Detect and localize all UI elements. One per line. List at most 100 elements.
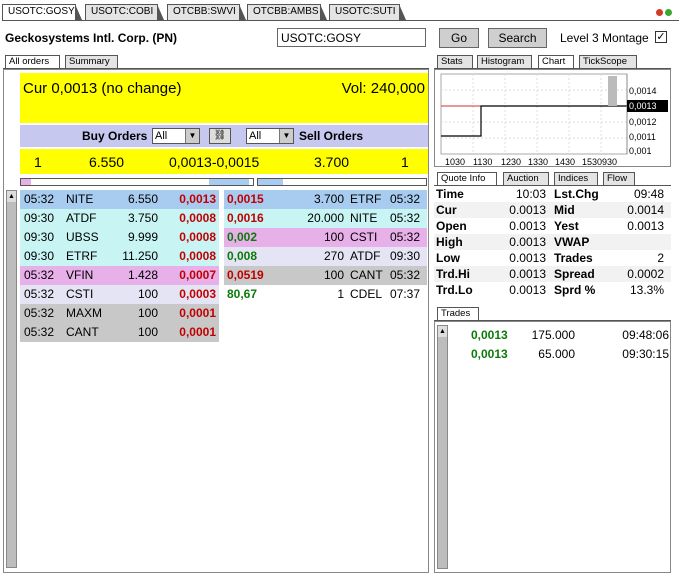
quote-label: Spread [554,267,595,281]
market-maker: UBSS [66,230,99,244]
trade-size: 175.000 [531,328,575,342]
tab-summary[interactable]: Summary [65,55,118,68]
order-time: 05:32 [24,306,55,320]
tab-stats[interactable]: Stats [437,55,473,68]
market-maker: MAXM [66,306,102,320]
tab-usotc-cobi[interactable]: USOTC:COBI [85,4,164,20]
sell-order-row[interactable]: 0,002 100 CSTI 05:32 [224,228,427,247]
quote-value: 10:03 [515,187,546,201]
quote-label: Mid [554,203,575,217]
quote-value: 2 [657,251,664,265]
trade-price: 0,0013 [471,347,508,361]
sell-filter-select[interactable]: All ▼ [246,128,294,144]
search-button[interactable]: Search [488,28,547,48]
quote-banner: Cur 0,0013 (no change) Vol: 240,000 [20,73,428,123]
quote-info-row: Trd.Lo 0.0013 Sprd % 13.3% [434,282,671,298]
sell-depth-bar [257,178,427,186]
buy-order-row[interactable]: 09:30 ATDF 3.750 0,0008 [20,209,219,228]
order-price: 0,0008 [179,230,216,244]
buy-size: 6.550 [89,154,125,170]
tab-histogram[interactable]: Histogram [477,55,532,68]
x-tick-label: 1030 [445,157,465,167]
scroll-up-icon[interactable]: ▲ [7,191,16,202]
tab-flow[interactable]: Flow [603,172,635,185]
sell-order-row[interactable]: 80,67 1 CDEL 07:37 [224,285,427,304]
order-size: 11.250 [122,249,158,263]
symbol-input[interactable] [277,28,426,47]
y-tick-label: 0,0011 [629,132,656,142]
order-time: 05:32 [24,268,55,282]
tab-tickscope[interactable]: TickScope [579,55,637,68]
order-size: 270 [323,249,344,263]
spread: 0,0013-0,0015 [169,154,260,170]
market-maker: ATDF [350,249,381,263]
order-price: 0,002 [227,230,258,244]
quote-info-row: Open 0.0013 Yest 0.0013 [434,218,671,234]
order-size: 9.999 [127,230,158,244]
go-button[interactable]: Go [439,28,479,48]
order-size: 1.428 [127,268,158,282]
orders-filter-bar: Buy Orders All ▼ ⛓ All ▼ Sell Orders [20,125,428,147]
quote-label: Trd.Lo [436,283,473,297]
buy-order-row[interactable]: 05:32 MAXM 100 0,0001 [20,304,219,323]
maximize-dot-icon[interactable] [665,9,672,16]
tab-chart[interactable]: Chart [538,55,574,68]
sell-orders-label: Sell Orders [299,129,364,143]
trade-row[interactable]: 0,0013 65.000 09:30:15 [435,346,672,364]
market-maker: CSTI [350,230,378,244]
tab-usotc-gosy[interactable]: USOTC:GOSY [2,4,82,20]
buy-order-row[interactable]: 05:32 NITE 6.550 0,0013 [20,190,219,209]
sell-order-row[interactable]: 0,008 270 ATDF 09:30 [224,247,427,266]
quote-value: 0.0013 [509,267,546,281]
buy-order-row[interactable]: 05:32 CSTI 100 0,0003 [20,285,219,304]
buy-filter-select[interactable]: All ▼ [152,128,200,144]
buy-count: 1 [34,154,42,170]
quote-label: Low [436,251,460,265]
x-tick-label: 1330 [528,157,548,167]
buy-order-row[interactable]: 05:32 VFIN 1.428 0,0007 [20,266,219,285]
tab-auction[interactable]: Auction [503,172,549,185]
quote-info-row: Cur 0.0013 Mid 0.0014 [434,202,671,218]
tab-trades[interactable]: Trades [437,307,479,320]
y-tick-label: 0,0012 [629,117,657,127]
trade-price: 0,0013 [471,328,508,342]
trade-time: 09:48:06 [622,328,669,342]
order-size: 100 [137,325,158,339]
market-maker: CANT [350,268,383,282]
tab-otcbb-ambs[interactable]: OTCBB:AMBS [247,4,327,20]
sell-order-row[interactable]: 0,0015 3.700 ETRF 05:32 [224,190,427,209]
buy-depth-bar [20,178,254,186]
quote-value: 0.0013 [627,219,664,233]
tab-all-orders[interactable]: All orders [5,55,60,68]
tab-otcbb-swvi[interactable]: OTCBB:SWVI [167,4,246,20]
market-maker: VFIN [66,268,94,282]
tab-usotc-suti[interactable]: USOTC:SUTI [329,4,406,20]
market-maker: CDEL [350,287,383,301]
sell-order-row[interactable]: 0,0519 100 CANT 05:32 [224,266,427,285]
chevron-down-icon: ▼ [185,129,199,143]
chevron-down-icon: ▼ [279,129,293,143]
market-maker: NITE [350,211,378,225]
buy-order-row[interactable]: 09:30 UBSS 9.999 0,0008 [20,228,219,247]
sell-order-row[interactable]: 0,0016 20.000 NITE 05:32 [224,209,427,228]
order-price: 0,0001 [179,306,216,320]
trade-row[interactable]: 0,0013 175.000 09:48:06 [435,327,672,345]
order-size: 6.550 [127,192,158,206]
x-tick-label: 1430 [555,157,575,167]
price-chart: 0,0014 0,0013 0,0012 0,0011 0,001 1030 1… [434,69,671,167]
tab-quote-info[interactable]: Quote Info [437,172,497,185]
quote-value: 0.0013 [509,251,546,265]
buy-order-row[interactable]: 05:32 CANT 100 0,0001 [20,323,219,342]
level3-montage-checkbox[interactable]: ✓ [655,31,667,43]
link-icon[interactable]: ⛓ [209,128,231,144]
quote-value: 09:48 [633,187,664,201]
close-dot-icon[interactable] [656,9,663,16]
quote-label: VWAP [554,235,590,249]
quote-value: 0.0013 [509,219,546,233]
order-book-scrollbar[interactable]: ▲ [6,190,17,568]
price-chart-svg: 0,0014 0,0013 0,0012 0,0011 0,001 1030 1… [440,73,668,167]
market-maker: CSTI [66,287,94,301]
tab-indices[interactable]: Indices [554,172,598,185]
quote-value: 13.3% [629,283,664,297]
buy-order-row[interactable]: 09:30 ETRF 11.250 0,0008 [20,247,219,266]
